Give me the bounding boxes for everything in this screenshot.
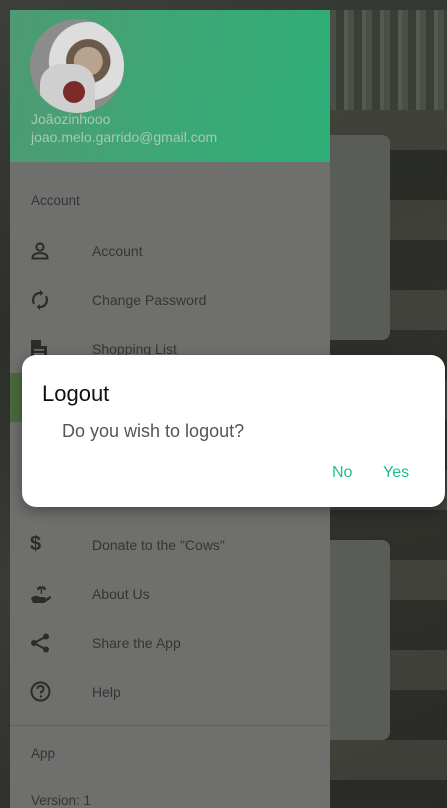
background-photo [330,10,447,110]
user-name: Joãozinhooo [31,111,111,127]
hand-holding-seedling-icon [10,584,92,604]
nav-item-donate[interactable]: $ Donate to the "Cows" [10,520,330,569]
nav-item-label: Help [92,683,121,700]
avatar-detail [63,81,85,103]
nav-item-label: Donate to the "Cows" [92,536,225,553]
nav-item-label: Change Password [92,291,207,308]
nav-item-about-us[interactable]: About Us [10,569,330,618]
share-icon [10,633,92,653]
app-version: Version: 1 [31,793,92,808]
nav-item-label: Share the App [92,634,181,651]
dialog-message: Do you wish to logout? [62,421,245,441]
nav-item-share[interactable]: Share the App [10,618,330,667]
nav-item-label: Account [92,242,143,259]
drawer-header: Joãozinhooo joao.melo.garrido@gmail.com [10,10,330,162]
yes-button[interactable]: Yes [383,464,409,482]
person-icon [10,241,92,261]
nav-item-change-password[interactable]: Change Password [10,275,330,324]
nav-item-account[interactable]: Account [10,226,330,275]
logout-dialog: Logout Do you wish to logout? No Yes [22,355,445,507]
section-label-app: App [31,746,56,761]
avatar[interactable] [30,19,124,113]
nav-item-label: About Us [92,585,150,602]
sync-icon [10,289,92,310]
user-email: joao.melo.garrido@gmail.com [31,129,218,145]
nav-item-help[interactable]: Help [10,667,330,716]
dollar-icon: $ [30,533,42,555]
dialog-title: Logout [42,381,110,406]
section-label-account: Account [31,193,80,208]
help-circle-icon [10,681,92,702]
no-button[interactable]: No [332,464,352,482]
